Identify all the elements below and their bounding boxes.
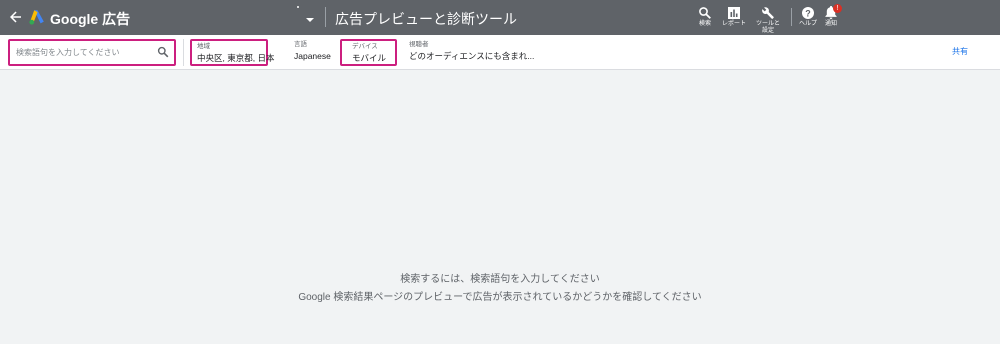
notification-badge: ! (833, 4, 842, 13)
share-link[interactable]: 共有 (952, 46, 968, 57)
svg-text:?: ? (805, 8, 811, 18)
search-box[interactable] (8, 39, 176, 66)
product-name: Google 広告 (50, 11, 131, 27)
device-filter[interactable]: デバイス モバイル (340, 39, 397, 66)
device-label: デバイス (352, 43, 378, 50)
tools-label: ツールと 設定 (755, 21, 780, 34)
language-filter[interactable]: 言語 Japanese (294, 39, 338, 66)
search-icon (699, 7, 711, 19)
empty-state-message: 検索するには、検索語句を入力してください (400, 274, 600, 285)
wrench-icon (762, 7, 774, 19)
filter-bar: 地域 中央区, 東京都, 日本 言語 Japanese デバイス モバイル 視聴… (0, 35, 1000, 70)
header-tools-button[interactable]: ツールと 設定 (748, 6, 788, 35)
empty-state-hint: Google 検索結果ページのプレビューで広告が表示されているかどうかを確認して… (298, 292, 702, 303)
header-notifications-button[interactable]: 通知 (811, 6, 851, 28)
tool-title: 広告プレビューと診断ツール (335, 11, 517, 27)
top-bar: Google 広告 広告プレビューと診断ツール 検索 レポート ツールと 設定 … (0, 0, 1000, 35)
audience-label: 視聴者 (409, 41, 429, 48)
location-filter[interactable]: 地域 中央区, 東京都, 日本 (190, 39, 275, 66)
google-ads-logo-icon (29, 10, 44, 25)
language-value: Japanese (294, 51, 331, 61)
audience-filter[interactable]: 視聴者 どのオーディエンスにも含まれ... (409, 39, 549, 66)
search-input[interactable] (16, 46, 152, 59)
location-label: 地域 (197, 43, 210, 50)
audience-value: どのオーディエンスにも含まれ... (409, 51, 535, 61)
back-arrow-icon[interactable] (8, 9, 24, 25)
search-icon[interactable] (157, 46, 169, 58)
location-value: 中央区, 東京都, 日本 (197, 53, 275, 63)
filter-divider (183, 39, 184, 66)
account-selector-dot (297, 6, 299, 8)
account-dropdown-icon[interactable] (306, 18, 314, 22)
device-value: モバイル (352, 53, 387, 63)
bar-chart-icon (728, 7, 740, 19)
notifications-label: 通知 (824, 21, 837, 27)
header-divider (325, 7, 326, 27)
language-label: 言語 (294, 41, 307, 48)
